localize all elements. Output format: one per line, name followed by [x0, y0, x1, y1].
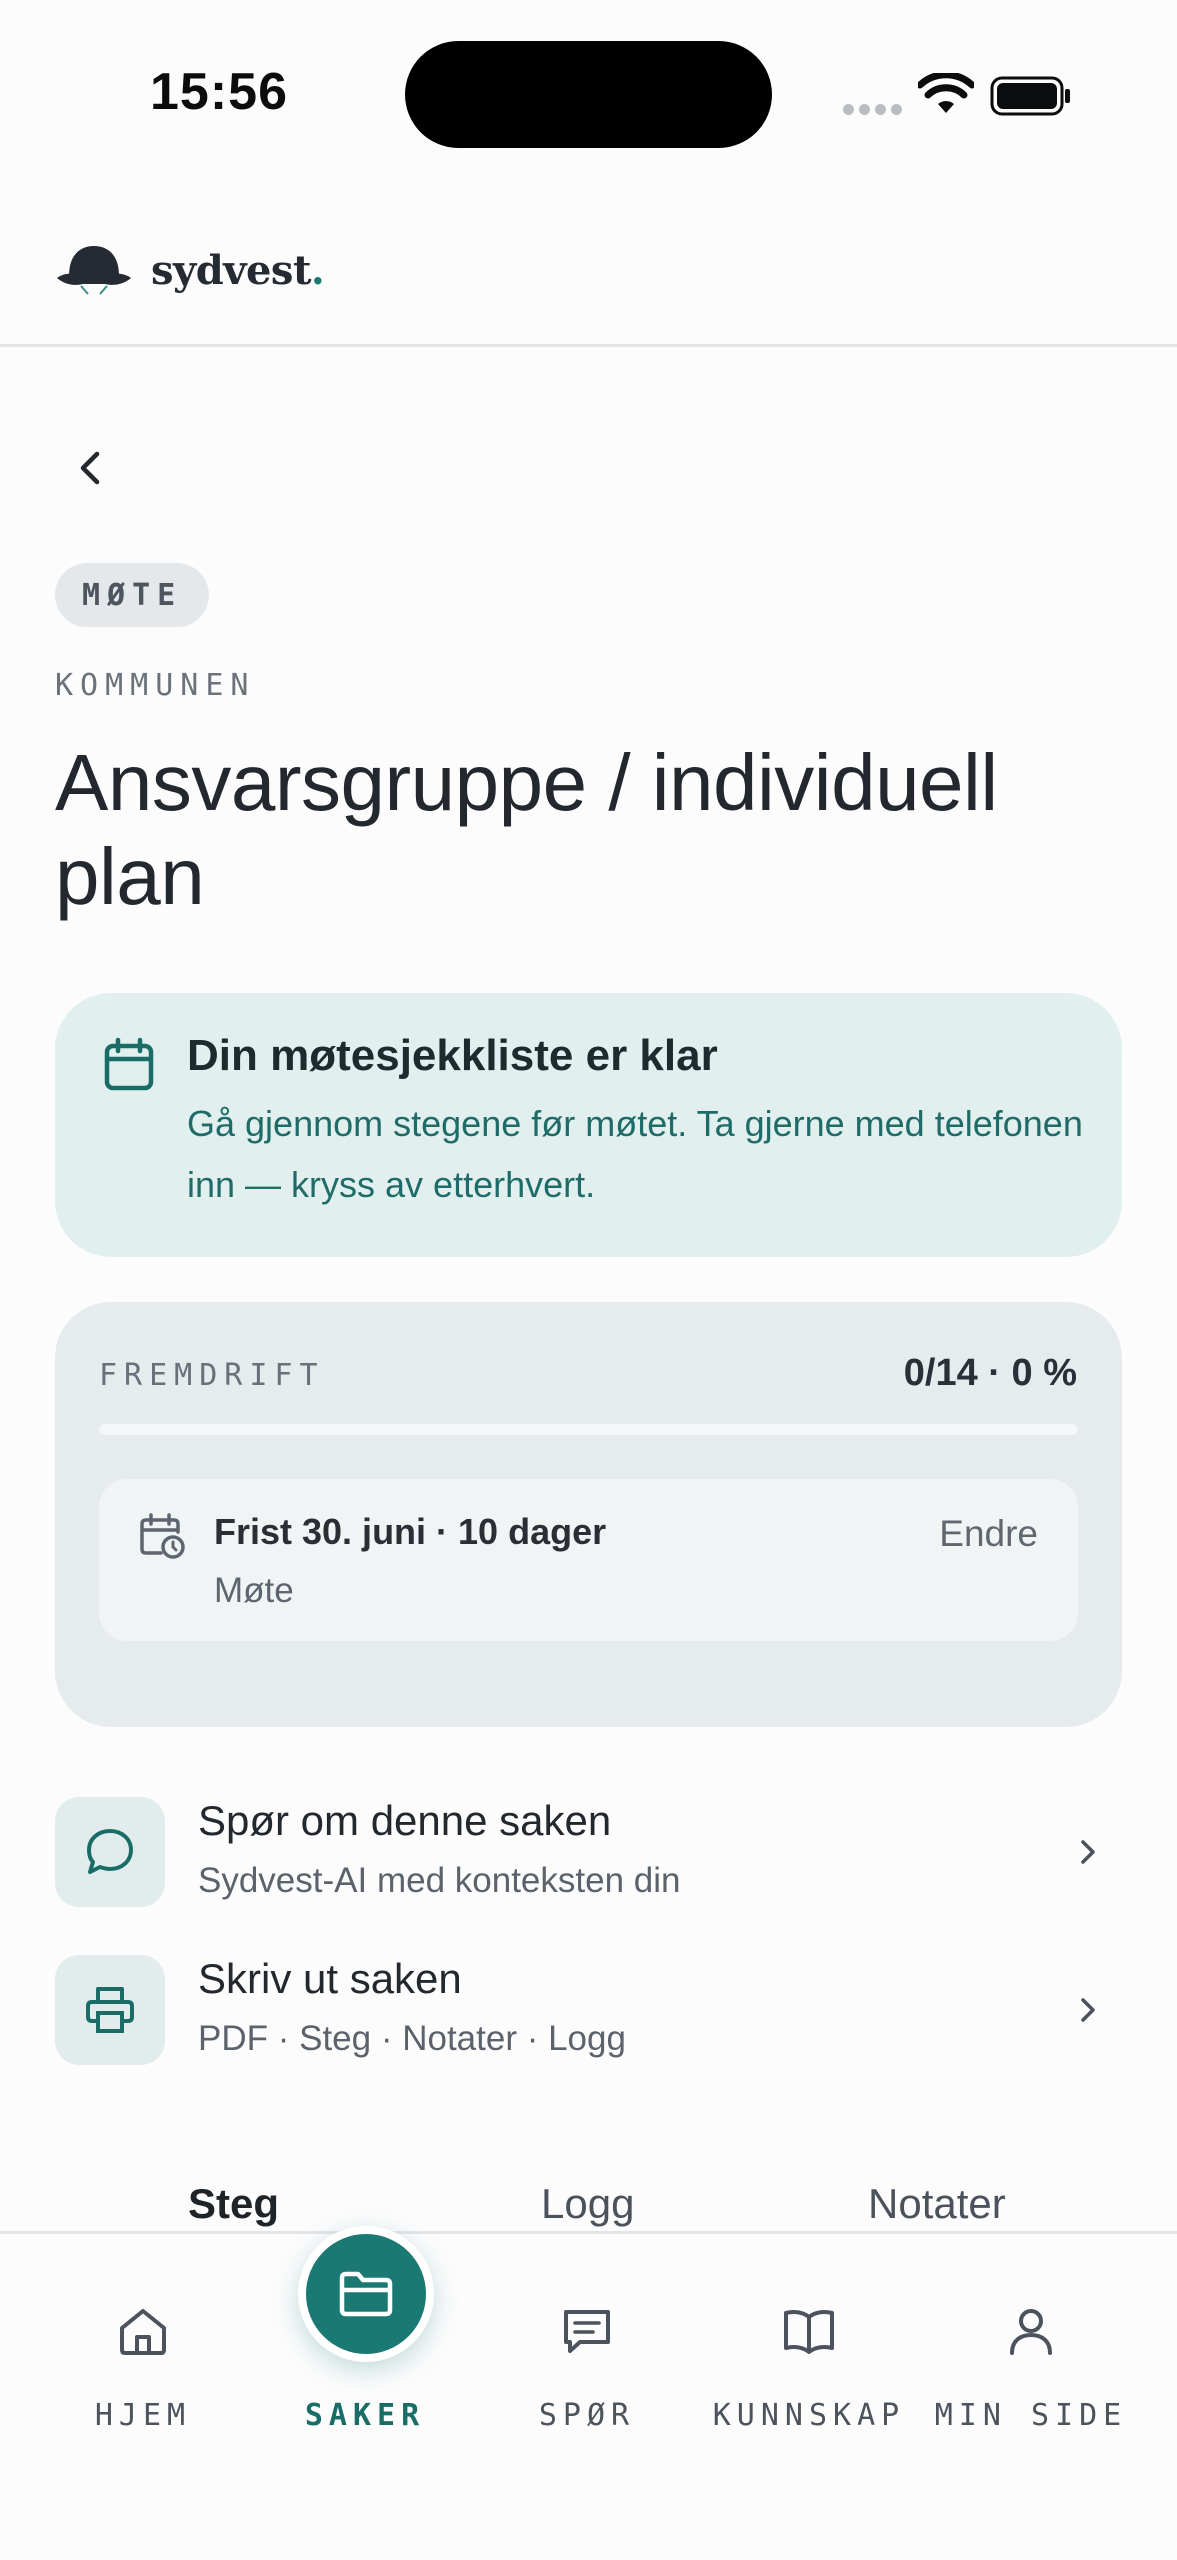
nav-label: KUNNSKAP — [712, 2398, 906, 2433]
battery-icon — [990, 76, 1070, 116]
progress-label: FREMDRIFT — [99, 1358, 325, 1393]
case-type-tag: MØTE — [55, 563, 210, 627]
status-time: 15:56 — [150, 63, 288, 121]
chat-bubble-icon — [87, 1829, 133, 1874]
back-button[interactable] — [62, 440, 118, 496]
calendar-clock-icon — [140, 1513, 185, 1559]
action-subtitle: Sydvest-AI med konteksten din — [198, 1861, 681, 1900]
tab-logg[interactable]: Logg — [541, 2180, 634, 2228]
ask-about-case-row[interactable]: Spør om denne saken Sydvest-AI med konte… — [55, 1797, 1122, 1907]
tab-notater[interactable]: Notater — [868, 2180, 1006, 2228]
book-open-icon — [784, 2310, 834, 2354]
nav-label: SPØR — [538, 2398, 636, 2433]
signal-icon — [843, 104, 902, 115]
nav-hjem[interactable]: HJEM — [33, 2234, 253, 2434]
case-tabs: Steg Logg Notater — [0, 2180, 1177, 2232]
edit-deadline-button[interactable]: Endre — [939, 1513, 1038, 1555]
action-title: Spør om denne saken — [198, 1797, 612, 1844]
message-square-icon — [564, 2310, 610, 2353]
nav-min-side[interactable]: MIN SIDE — [921, 2234, 1141, 2434]
action-icon-box — [55, 1797, 165, 1907]
action-subtitle: PDF · Steg · Notater · Logg — [198, 2019, 626, 2058]
nav-label: HJEM — [94, 2398, 192, 2433]
deadline-title: Frist 30. juni · 10 dager — [214, 1511, 607, 1552]
wifi-icon — [918, 73, 974, 113]
printer-icon — [86, 1987, 134, 2033]
tab-steg[interactable]: Steg — [188, 2180, 279, 2228]
action-title: Skriv ut saken — [198, 1955, 462, 2002]
nav-label: MIN SIDE — [934, 2398, 1128, 2433]
info-card-body: Gå gjennom stegene før møtet. Ta gjerne … — [187, 1103, 1083, 1205]
brand-logo[interactable]: sydvest. — [55, 242, 325, 298]
print-case-row[interactable]: Skriv ut saken PDF · Steg · Notater · Lo… — [55, 1955, 1122, 2065]
sou-wester-hat-icon — [57, 246, 131, 295]
progress-value: 0/14 · 0 % — [903, 1352, 1077, 1394]
app-header: sydvest. — [0, 190, 1177, 347]
folder-icon — [339, 2271, 393, 2317]
info-card-title: Din møtesjekkliste er klar — [187, 1031, 718, 1080]
user-icon — [1010, 2309, 1052, 2355]
nav-kunnskap[interactable]: KUNNSKAP — [699, 2234, 919, 2434]
calendar-icon — [104, 1037, 154, 1091]
home-icon — [120, 2309, 166, 2355]
brand-name: sydvest. — [151, 246, 325, 294]
checklist-ready-card: Din møtesjekkliste er klar Gå gjennom st… — [55, 993, 1122, 1257]
page-title: Ansvarsgruppe / individuell plan — [55, 738, 998, 922]
chevron-left-icon — [80, 451, 100, 485]
saker-fab-button[interactable] — [298, 2226, 434, 2362]
bottom-navigation: HJEM SAKER SPØR KUNNSKAP MIN SIDE — [0, 2226, 1177, 2560]
case-category: KOMMUNEN — [55, 668, 256, 703]
progress-card: FREMDRIFT 0/14 · 0 % Frist 30. juni · 10… — [55, 1302, 1122, 1727]
chevron-right-icon — [1081, 1998, 1095, 2022]
nav-label: SAKER — [304, 2398, 426, 2433]
nav-spor[interactable]: SPØR — [477, 2234, 697, 2434]
dynamic-island — [405, 41, 772, 148]
fab-circle — [306, 2234, 426, 2354]
progress-bar — [99, 1424, 1078, 1435]
chevron-right-icon — [1081, 1840, 1095, 1864]
status-bar: 15:56 — [0, 0, 1177, 190]
deadline-row[interactable]: Frist 30. juni · 10 dager Møte Endre — [99, 1479, 1078, 1641]
action-icon-box — [55, 1955, 165, 2065]
deadline-subtitle: Møte — [214, 1571, 294, 1610]
